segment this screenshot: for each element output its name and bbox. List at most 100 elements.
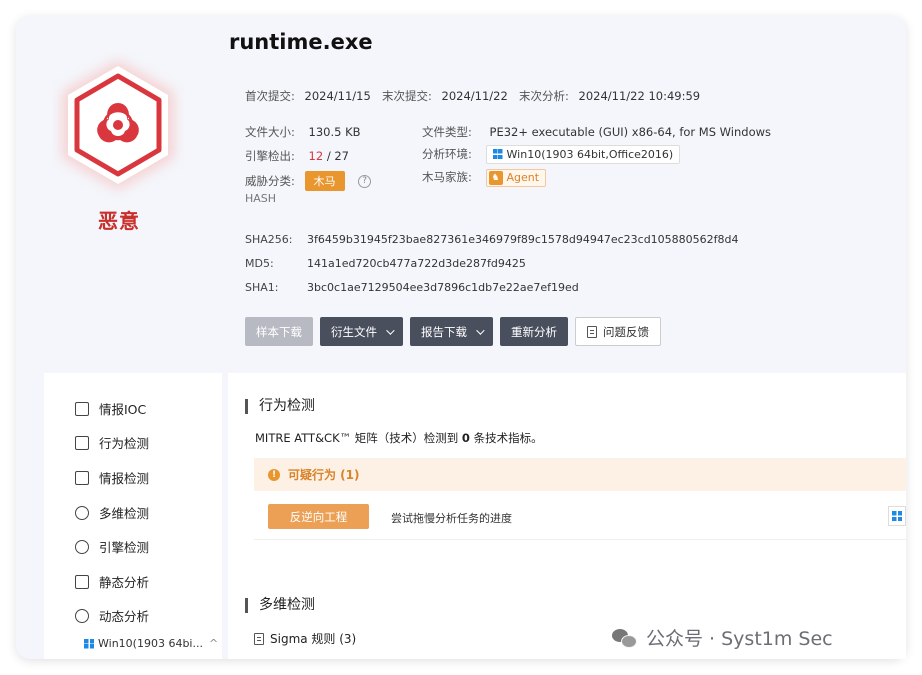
sidebar-item-label: 行为检测 xyxy=(99,436,150,451)
mitre-summary: MITRE ATT&CK™ 矩阵（技术）检测到 0 条技术指标。 xyxy=(255,430,543,446)
chart-icon xyxy=(75,435,89,450)
md5-label: MD5: xyxy=(245,257,274,270)
family-value: Agent xyxy=(506,171,540,184)
engine-hits: 12 xyxy=(308,149,324,163)
chevron-down-icon xyxy=(476,325,485,335)
last-submit: 末次提交: 2024/11/22 xyxy=(382,88,508,104)
horse-icon: ♞ xyxy=(488,171,503,185)
layout-icon xyxy=(75,470,89,485)
download-sample-button[interactable]: 样本下载 xyxy=(245,317,313,346)
derived-files-label: 衍生文件 xyxy=(331,324,377,339)
last-submit-label: 末次提交: xyxy=(382,89,432,103)
sigma-label: Sigma 规则 (3) xyxy=(270,632,357,646)
sidebar-item-ioc[interactable]: 情报IOC xyxy=(75,399,146,418)
chevron-down-icon xyxy=(386,325,395,335)
malicious-hexagon-icon xyxy=(52,52,184,202)
trojan-family: 木马家族: ♞ Agent xyxy=(422,169,547,187)
watermark-text: 公众号 · Syst1m Sec xyxy=(646,628,833,650)
env-label: 分析环境: xyxy=(422,147,472,161)
behavior-section-title: 行为检测 xyxy=(245,399,315,414)
threat-label: 威胁分类: xyxy=(245,174,295,188)
warning-icon: ! xyxy=(268,468,280,481)
engine-icon xyxy=(75,539,89,554)
file-size: 文件大小: 130.5 KB xyxy=(245,124,361,140)
feedback-label: 问题反馈 xyxy=(603,324,649,339)
watermark: 公众号 · Syst1m Sec xyxy=(612,624,833,651)
file-type-label: 文件类型: xyxy=(422,125,472,139)
sidebar-item-label: 静态分析 xyxy=(99,575,150,590)
engine-detections: 引擎检出: 12 / 27 xyxy=(245,148,349,164)
family-label: 木马家族: xyxy=(422,170,472,184)
chevron-up-icon: ^ xyxy=(208,637,219,650)
sha1-value[interactable]: 3bc0c1ae7129504ee3d7896c1db7e22ae7ef19ed xyxy=(307,281,579,294)
first-submit-label: 首次提交: xyxy=(245,89,295,103)
sub-env-label: Win10(1903 64bi... xyxy=(98,637,203,650)
sha256-value[interactable]: 3f6459b31945f23bae827361e346979f89c1578d… xyxy=(307,233,739,246)
file-type: 文件类型: PE32+ executable (GUI) x86-64, for… xyxy=(422,124,771,140)
sha256-row: SHA256: 3f6459b31945f23bae827361e346979f8… xyxy=(245,233,739,246)
wechat-icon xyxy=(612,627,638,649)
mitre-suffix: 条技术指标。 xyxy=(473,431,543,445)
sidebar-item-label: 多维检测 xyxy=(99,506,150,521)
report-download-button[interactable]: 报告下载 xyxy=(410,317,493,346)
suspicious-label: 可疑行为 (1) xyxy=(288,468,360,482)
date-row: 首次提交: 2024/11/15 xyxy=(245,88,371,104)
sidebar-item-label: 情报检测 xyxy=(99,471,150,486)
hash-heading: HASH xyxy=(245,192,277,205)
md5-row: MD5: 141a1ed720cb477a722d3de287fd9425 xyxy=(245,257,526,270)
windows-icon xyxy=(84,638,94,649)
sidebar-item-behavior[interactable]: 行为检测 xyxy=(75,433,149,452)
windows-env-chip[interactable] xyxy=(888,506,906,526)
file-size-label: 文件大小: xyxy=(245,125,295,139)
sidebar-sub-env[interactable]: Win10(1903 64bi... ^ xyxy=(84,637,218,650)
engine-label: 引擎检出: xyxy=(245,149,295,163)
derived-files-button[interactable]: 衍生文件 xyxy=(320,317,403,346)
md5-value[interactable]: 141a1ed720cb477a722d3de287fd9425 xyxy=(307,257,526,270)
windows-icon xyxy=(892,511,902,521)
env-value: Win10(1903 64bit,Office2016) xyxy=(506,148,674,161)
sidebar-item-multi[interactable]: 多维检测 xyxy=(75,503,149,522)
file-name: runtime.exe xyxy=(229,30,373,54)
file-type-value: PE32+ executable (GUI) x86-64, for MS Wi… xyxy=(489,125,772,139)
mitre-prefix: MITRE ATT&CK™ 矩阵（技术）检测到 xyxy=(255,431,459,445)
sha1-label: SHA1: xyxy=(245,281,279,294)
last-analysis-label: 末次分析: xyxy=(519,89,569,103)
threat-class: 威胁分类: 木马 ? xyxy=(245,171,372,191)
sidebar-item-label: 引擎检测 xyxy=(99,540,150,555)
help-icon[interactable]: ? xyxy=(358,175,372,188)
sidebar-item-dynamic[interactable]: 动态分析 xyxy=(75,606,149,625)
sidebar-item-static[interactable]: 静态分析 xyxy=(75,572,149,591)
feedback-button[interactable]: 问题反馈 xyxy=(575,317,661,346)
windows-icon xyxy=(492,149,503,159)
sha256-label: SHA256: xyxy=(245,233,293,246)
threat-tag[interactable]: 木马 xyxy=(304,171,345,191)
cycle-icon xyxy=(75,608,89,623)
family-tag[interactable]: ♞ Agent xyxy=(485,169,547,187)
list-icon xyxy=(75,574,89,589)
multi-section-title: 多维检测 xyxy=(245,598,315,613)
behavior-description: 尝试拖慢分析任务的进度 xyxy=(391,512,512,525)
mitre-count: 0 xyxy=(461,431,470,445)
checklist-icon xyxy=(75,401,89,416)
radar-icon xyxy=(75,505,89,520)
sidebar-item-label: 情报IOC xyxy=(99,402,147,417)
sidebar-item-label: 动态分析 xyxy=(99,609,150,624)
sidebar-item-engine[interactable]: 引擎检测 xyxy=(75,537,149,556)
last-submit-value: 2024/11/22 xyxy=(441,89,508,103)
reanalyze-button[interactable]: 重新分析 xyxy=(500,317,568,346)
first-submit-value: 2024/11/15 xyxy=(304,89,371,103)
document-icon xyxy=(587,325,597,338)
last-analysis-value: 2024/11/22 10:49:59 xyxy=(578,89,701,103)
last-analysis: 末次分析: 2024/11/22 10:49:59 xyxy=(519,88,700,104)
sigma-rules[interactable]: Sigma 规则 (3) xyxy=(254,630,356,647)
env-badge[interactable]: Win10(1903 64bit,Office2016) xyxy=(485,145,681,164)
action-bar: 样本下载 衍生文件 报告下载 重新分析 问题反馈 xyxy=(245,317,661,346)
report-download-label: 报告下载 xyxy=(421,324,467,339)
suspicious-behavior-header[interactable]: ! 可疑行为 (1) xyxy=(254,458,906,491)
suspicious-behavior-row: 反逆向工程 尝试拖慢分析任务的进度 xyxy=(254,496,906,540)
anti-reverse-tag[interactable]: 反逆向工程 xyxy=(268,504,369,529)
verdict-label: 恶意 xyxy=(98,209,140,233)
rule-icon xyxy=(254,632,264,645)
sidebar-item-intel[interactable]: 情报检测 xyxy=(75,468,149,487)
sha1-row: SHA1: 3bc0c1ae7129504ee3d7896c1db7e22ae7e… xyxy=(245,281,579,294)
